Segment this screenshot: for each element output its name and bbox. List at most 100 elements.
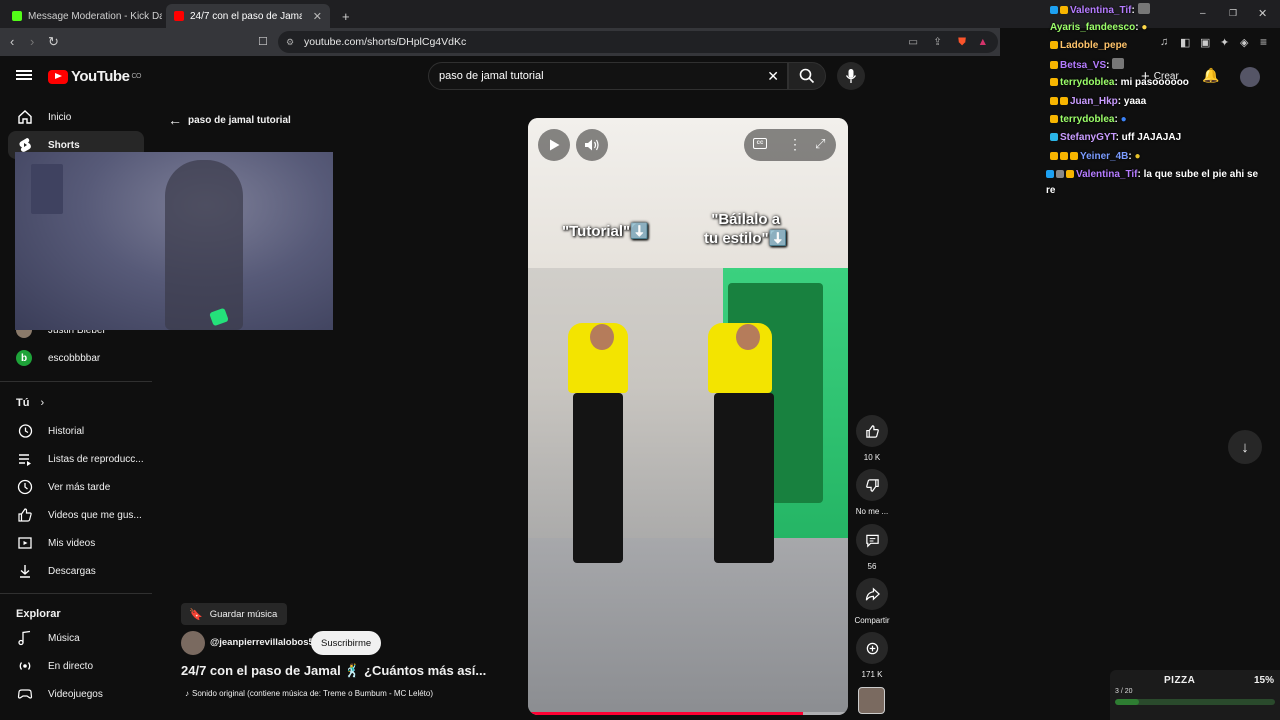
dislike-button[interactable]: No me ... bbox=[856, 469, 888, 516]
tab-kick-dashboard[interactable]: Message Moderation - Kick Dashboa bbox=[4, 4, 162, 28]
back-to-search-button[interactable]: ← paso de jamal tutorial bbox=[168, 112, 291, 128]
dancer-head bbox=[590, 324, 614, 350]
more-options-icon[interactable]: ⋮ bbox=[788, 135, 802, 153]
back-icon[interactable]: ‹ bbox=[10, 34, 14, 50]
audio-thumbnail[interactable] bbox=[858, 687, 885, 714]
voice-search-button[interactable] bbox=[837, 62, 865, 90]
tab-title: Message Moderation - Kick Dashboa bbox=[28, 10, 162, 22]
subscribe-button[interactable]: Suscribirme bbox=[311, 631, 382, 655]
sidebar-item-mis-videos[interactable]: Mis videos bbox=[0, 529, 152, 557]
reload-icon[interactable]: ↻ bbox=[48, 34, 59, 50]
wallet-icon[interactable]: ▣ bbox=[1200, 36, 1210, 49]
browser-toolbar: ‹ › ↻ ☐ ⚙ youtube.com/shorts/DHplCg4VdKc… bbox=[0, 28, 1000, 56]
avatar[interactable] bbox=[1240, 67, 1260, 87]
logo-country: CO bbox=[131, 73, 141, 80]
sidebar-item-descargas[interactable]: Descargas bbox=[0, 557, 152, 585]
play-button[interactable] bbox=[538, 129, 570, 161]
chat-message: Betsa_VS: bbox=[1050, 58, 1126, 72]
fullscreen-icon[interactable]: ⤢ bbox=[815, 135, 825, 153]
sidebar-item-label: Descargas bbox=[48, 565, 96, 577]
short-title[interactable]: 24/7 con el paso de Jamal 🕺 ¿Cuántos más… bbox=[181, 663, 486, 679]
cast-icon[interactable]: ▭ bbox=[908, 36, 918, 48]
sidebar-item-label: Videos que me gus... bbox=[48, 509, 142, 521]
youtube-logo[interactable]: YouTube CO bbox=[48, 68, 141, 85]
sidebar-item-en-directo[interactable]: En directo bbox=[0, 652, 152, 680]
explore-section-header: Explorar bbox=[16, 608, 61, 620]
emote-icon: ● bbox=[1120, 114, 1127, 125]
share-button[interactable]: Compartir bbox=[854, 578, 890, 625]
vpn-icon[interactable]: ◈ bbox=[1240, 36, 1248, 49]
sidebar-item-videojuegos[interactable]: Videojuegos bbox=[0, 680, 152, 708]
minimize-icon[interactable]: – bbox=[1200, 8, 1206, 19]
chevron-right-icon: › bbox=[40, 397, 45, 409]
chat-text: : bbox=[1131, 5, 1135, 16]
new-tab-button[interactable]: + bbox=[334, 4, 354, 28]
emote-icon bbox=[1112, 58, 1125, 69]
chat-username: Valentina_Tif bbox=[1070, 5, 1132, 16]
goal-progress-fill bbox=[1115, 699, 1139, 705]
sidebar-item-musica[interactable]: Música bbox=[0, 624, 152, 652]
url-text: youtube.com/shorts/DHplCg4VdKc bbox=[304, 36, 467, 48]
notifications-icon[interactable]: 🔔 bbox=[1202, 67, 1219, 84]
clear-search-icon[interactable]: ✕ bbox=[767, 68, 779, 85]
like-button[interactable]: 10 K bbox=[856, 415, 888, 462]
overlay-line: tu estilo"⬇️ bbox=[704, 230, 788, 247]
music-icon bbox=[16, 629, 34, 647]
short-video-player[interactable]: cc ⋮ ⤢ "Tutorial"⬇️ "Báilalo a tu estilo… bbox=[528, 118, 848, 715]
comment-icon bbox=[865, 534, 879, 548]
site-info-icon[interactable]: ⚙ bbox=[286, 37, 294, 48]
sound-link[interactable]: ♪ Sonido original (contiene música de: T… bbox=[185, 689, 433, 698]
channel-name[interactable]: @jeanpierrevillalobos5 bbox=[210, 637, 314, 648]
share-icon[interactable]: ⇪ bbox=[933, 36, 942, 48]
sidebar-item-historial[interactable]: Historial bbox=[0, 417, 152, 445]
sidebar-icon[interactable]: ◧ bbox=[1180, 36, 1190, 49]
search-button[interactable] bbox=[788, 62, 826, 90]
channel-avatar[interactable] bbox=[181, 631, 205, 655]
home-icon bbox=[16, 108, 34, 126]
close-tab-icon[interactable]: ✕ bbox=[307, 10, 322, 23]
comments-button[interactable]: 56 bbox=[856, 524, 888, 571]
save-music-button[interactable]: 🔖 Guardar música bbox=[181, 603, 288, 625]
volume-icon bbox=[585, 139, 599, 151]
volume-button[interactable] bbox=[576, 129, 608, 161]
maximize-icon[interactable]: ❐ bbox=[1229, 8, 1237, 19]
menu-icon[interactable] bbox=[16, 68, 32, 82]
next-short-button[interactable]: ↓ bbox=[1228, 430, 1262, 464]
ai-icon[interactable]: ✦ bbox=[1220, 36, 1229, 49]
badge-icon bbox=[1046, 170, 1054, 178]
sidebar-item-ver-mas-tarde[interactable]: Ver más tarde bbox=[0, 473, 152, 501]
rewards-icon[interactable]: ▲ bbox=[978, 36, 988, 48]
goal-percent: 15% bbox=[1254, 675, 1275, 686]
remix-button[interactable]: 171 K bbox=[856, 632, 888, 679]
address-bar[interactable]: ⚙ youtube.com/shorts/DHplCg4VdKc ▭ ⇪ ⛊ ▲ bbox=[278, 31, 998, 53]
back-label: paso de jamal tutorial bbox=[188, 114, 291, 126]
kick-icon bbox=[12, 11, 22, 21]
search-input[interactable]: paso de jamal tutorial ✕ bbox=[428, 62, 788, 90]
search-icon bbox=[799, 68, 815, 84]
chat-text: : mi pasoooooo bbox=[1114, 77, 1189, 88]
brave-shield-icon[interactable]: ⛊ bbox=[958, 36, 966, 49]
bookmark-icon[interactable]: ☐ bbox=[258, 34, 268, 50]
chat-message: terrydoblea: mi pasoooooo bbox=[1050, 76, 1189, 89]
sidebar-item-listas[interactable]: Listas de reproducc... bbox=[0, 445, 152, 473]
goal-progress-track bbox=[1115, 699, 1275, 705]
forward-icon[interactable]: › bbox=[30, 34, 34, 50]
bookmark-icon: 🔖 bbox=[189, 608, 203, 621]
sidebar-item-escobbbbar[interactable]: b escobbbbar bbox=[0, 344, 152, 372]
sidebar-item-videos-que-me-gustan[interactable]: Videos que me gus... bbox=[0, 501, 152, 529]
music-extension-icon[interactable]: ♫ bbox=[1160, 36, 1168, 48]
captions-icon[interactable]: cc bbox=[753, 138, 767, 149]
sidebar-item-label: Ver más tarde bbox=[48, 481, 111, 493]
emote-icon bbox=[1137, 3, 1150, 14]
chat-text: : bbox=[1114, 114, 1118, 125]
divider bbox=[0, 381, 152, 382]
tab-youtube-short[interactable]: 24/7 con el paso de Jamal 🕺 ¿C ✕ bbox=[166, 4, 330, 28]
channel-avatar: b bbox=[16, 350, 32, 366]
you-section-header[interactable]: Tú › bbox=[16, 397, 44, 409]
browser-menu-icon[interactable]: ≡ bbox=[1260, 35, 1267, 49]
sidebar-item-label: escobbbbar bbox=[48, 352, 101, 364]
sidebar-item-label: Listas de reproducc... bbox=[48, 453, 144, 465]
close-window-icon[interactable]: ✕ bbox=[1258, 7, 1267, 20]
video-progress-track[interactable] bbox=[528, 712, 848, 715]
sidebar-item-inicio[interactable]: Inicio bbox=[0, 103, 152, 131]
